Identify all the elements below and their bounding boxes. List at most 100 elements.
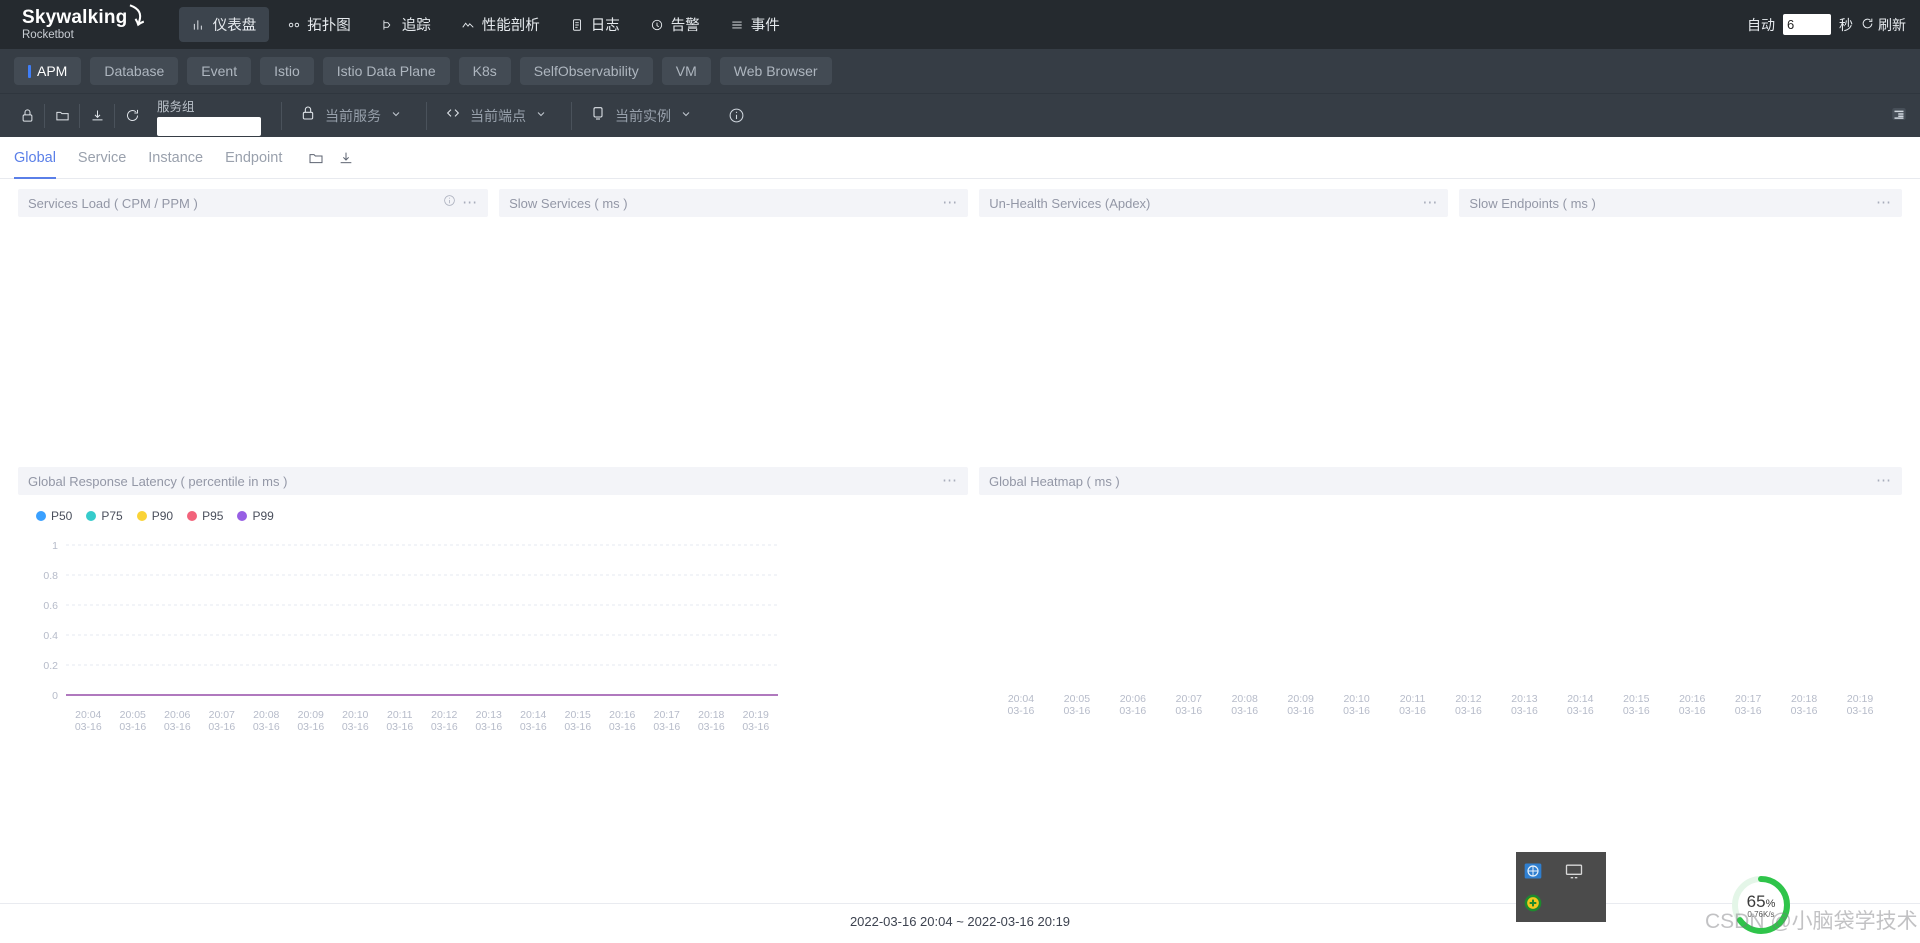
x-tick-line: 20:18: [1776, 693, 1832, 705]
more-icon[interactable]: ⋯: [1876, 199, 1892, 207]
svg-text:0.8: 0.8: [43, 570, 58, 582]
category-tab-istio-data-plane[interactable]: Istio Data Plane: [323, 57, 450, 85]
category-tab-label: Istio: [274, 63, 300, 79]
x-tick-line: 03-16: [511, 721, 556, 733]
legend-item-p99[interactable]: P99: [237, 509, 273, 523]
nav-right-controls: 自动 秒 刷新: [1747, 0, 1906, 49]
auto-refresh-interval-input[interactable]: [1783, 14, 1831, 35]
tab-endpoint[interactable]: Endpoint: [225, 137, 282, 179]
widget-title: Global Heatmap ( ms ): [989, 474, 1876, 489]
x-tick-label: 20:1603-16: [600, 709, 645, 733]
x-tick-line: 03-16: [1832, 705, 1888, 717]
selector-label: 当前实例: [615, 106, 671, 126]
layout-panel-button[interactable]: [1890, 94, 1908, 138]
selector-current-service[interactable]: 当前服务: [281, 102, 420, 130]
more-icon[interactable]: ⋯: [942, 199, 958, 207]
category-tab-selfobservability[interactable]: SelfObservability: [520, 57, 653, 85]
tab-global[interactable]: Global: [14, 137, 56, 179]
service-group-input[interactable]: [157, 117, 261, 136]
x-tick-line: 03-16: [1664, 705, 1720, 717]
legend-color-dot: [86, 511, 96, 521]
category-tab-k8s[interactable]: K8s: [459, 57, 511, 85]
download-icon[interactable]: [338, 150, 354, 166]
x-tick-label: 20:1703-16: [645, 709, 690, 733]
selector-current-instance[interactable]: 当前实例: [571, 102, 710, 130]
widget-body: [18, 217, 488, 449]
legend-item-p90[interactable]: P90: [137, 509, 173, 523]
nav-item-6[interactable]: 告警: [637, 7, 713, 42]
x-tick-line: 20:05: [111, 709, 156, 721]
x-tick-line: 20:08: [244, 709, 289, 721]
service-group-field: 服务组: [157, 96, 275, 136]
instance-icon: [590, 105, 606, 126]
x-tick-line: 03-16: [378, 721, 423, 733]
info-icon[interactable]: [728, 107, 745, 124]
lock-icon[interactable]: [12, 102, 42, 130]
x-tick-line: 20:07: [200, 709, 245, 721]
download-icon[interactable]: [82, 102, 112, 130]
nav-item-1[interactable]: 仪表盘: [179, 7, 270, 42]
nav-item-label: 告警: [671, 14, 700, 35]
x-tick-label: 20:1503-16: [556, 709, 601, 733]
legend-item-p50[interactable]: P50: [36, 509, 72, 523]
x-tick-label: 20:1303-16: [467, 709, 512, 733]
x-tick-label: 20:1903-16: [734, 709, 779, 733]
x-tick-line: 20:10: [333, 709, 378, 721]
nav-item-7[interactable]: 事件: [717, 7, 793, 42]
time-range-footer: 2022-03-16 20:04 ~ 2022-03-16 20:19: [0, 914, 1920, 929]
widget-body: [1459, 217, 1902, 449]
widget-title: Un-Health Services (Apdex): [989, 196, 1422, 211]
legend-item-p95[interactable]: P95: [187, 509, 223, 523]
more-icon[interactable]: ⋯: [462, 199, 478, 207]
info-icon[interactable]: [443, 194, 456, 212]
nav-item-2[interactable]: 拓扑图: [273, 7, 364, 42]
category-tab-web-browser[interactable]: Web Browser: [720, 57, 832, 85]
x-tick-line: 03-16: [1720, 705, 1776, 717]
category-tab-label: Database: [104, 63, 164, 79]
nav-item-5[interactable]: 日志: [557, 7, 633, 42]
reload-icon[interactable]: [117, 102, 147, 130]
legend-label: P50: [51, 509, 72, 523]
toolbar-divider: [79, 104, 80, 128]
folder-icon[interactable]: [47, 102, 77, 130]
category-tab-label: Event: [201, 63, 237, 79]
folder-icon[interactable]: [308, 150, 324, 166]
more-icon[interactable]: ⋯: [942, 477, 958, 485]
code-icon: [445, 105, 461, 126]
tab-service[interactable]: Service: [78, 137, 126, 179]
nav-item-label: 仪表盘: [213, 14, 257, 35]
x-tick-line: 20:12: [422, 709, 467, 721]
brand-name: Skywalking: [22, 7, 128, 28]
more-icon[interactable]: ⋯: [1422, 199, 1438, 207]
selector-current-endpoint[interactable]: 当前端点: [426, 102, 565, 130]
category-tab-istio[interactable]: Istio: [260, 57, 314, 85]
widget-actions: ⋯: [1422, 199, 1438, 207]
network-icon[interactable]: [1522, 860, 1544, 882]
category-tab-event[interactable]: Event: [187, 57, 251, 85]
more-icon[interactable]: ⋯: [1876, 477, 1892, 485]
category-tab-database[interactable]: Database: [90, 57, 178, 85]
x-tick-line: 20:19: [734, 709, 779, 721]
category-tab-label: SelfObservability: [534, 63, 639, 79]
x-tick-line: 20:11: [378, 709, 423, 721]
tab-instance[interactable]: Instance: [148, 137, 203, 179]
refresh-button[interactable]: 刷新: [1861, 15, 1906, 35]
x-tick-line: 20:12: [1441, 693, 1497, 705]
svg-text:1: 1: [52, 540, 58, 552]
display-icon[interactable]: [1563, 860, 1585, 882]
x-tick-line: 03-16: [556, 721, 601, 733]
x-tick-line: 20:13: [1496, 693, 1552, 705]
nav-item-4[interactable]: 性能剖析: [448, 7, 553, 42]
nav-item-3[interactable]: 追踪: [368, 7, 444, 42]
x-tick-line: 20:08: [1217, 693, 1273, 705]
legend-label: P99: [252, 509, 273, 523]
legend-item-p75[interactable]: P75: [86, 509, 122, 523]
legend-color-dot: [237, 511, 247, 521]
category-tab-apm[interactable]: APM: [14, 57, 81, 85]
auto-refresh-label: 自动: [1747, 15, 1775, 35]
category-tab-label: Web Browser: [734, 63, 818, 79]
category-tab-vm[interactable]: VM: [662, 57, 711, 85]
security-shield-icon[interactable]: [1522, 892, 1544, 914]
x-tick-line: 20:14: [511, 709, 556, 721]
x-tick-label: 20:1103-16: [378, 709, 423, 733]
